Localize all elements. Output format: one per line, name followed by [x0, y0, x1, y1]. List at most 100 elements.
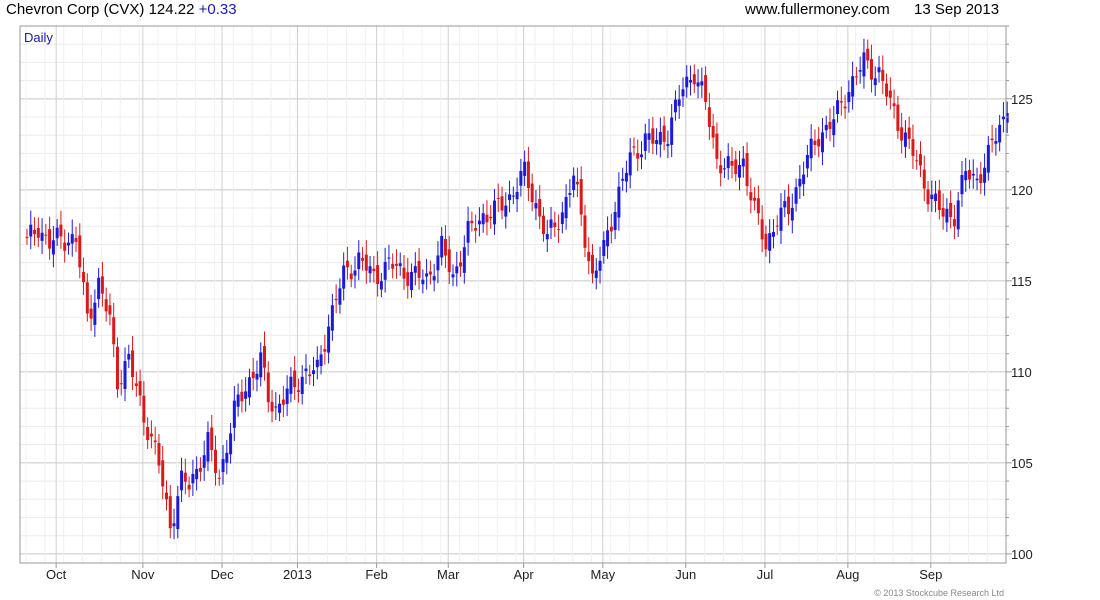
candle-body-up: [172, 523, 176, 527]
x-tick-label: Feb: [365, 567, 387, 582]
candle-body-up: [606, 230, 610, 247]
candle-body-up: [432, 276, 436, 281]
candle-body-up: [523, 161, 527, 176]
candle-body-down: [651, 128, 655, 144]
candle-body-up: [477, 220, 481, 225]
candle-body-up: [783, 201, 787, 208]
candle-body-up: [877, 67, 881, 73]
candle-body-up: [722, 168, 726, 170]
candle-body-down: [587, 251, 591, 262]
x-tick-label: Dec: [210, 567, 234, 582]
candle-body-down: [828, 121, 832, 129]
candle-body-up: [779, 207, 783, 231]
candle-body-down: [530, 183, 534, 203]
candle-body-up: [304, 368, 308, 371]
candle-body-up: [413, 266, 417, 273]
x-tick-label: Jun: [675, 567, 696, 582]
candle-body-down: [474, 228, 478, 231]
candle-body-down: [896, 104, 900, 131]
candle-body-down: [323, 349, 327, 352]
candle-body-up: [481, 213, 485, 225]
candle-body-down: [240, 391, 244, 402]
candle-body-up: [598, 260, 602, 271]
candle-body-down: [349, 273, 353, 280]
candle-body-down: [866, 48, 870, 61]
candle-body-down: [142, 395, 146, 423]
candle-body-down: [937, 190, 941, 210]
candle-body-up: [564, 196, 568, 219]
candle-body-down: [707, 107, 711, 127]
candle-body-up: [421, 279, 425, 285]
candle-body-down: [911, 139, 915, 156]
candle-body-down: [881, 69, 885, 81]
candle-body-down: [854, 76, 858, 78]
candle-body-up: [387, 257, 391, 259]
candle-body-down: [33, 229, 37, 235]
candle-body-up: [805, 155, 809, 169]
candle-body-down: [161, 460, 165, 487]
candle-body-up: [451, 274, 455, 278]
candle-body-up: [504, 205, 508, 217]
candle-body-down: [85, 282, 89, 314]
candle-body-up: [97, 277, 101, 300]
candle-body-down: [662, 125, 666, 142]
copyright-notice: © 2013 Stockcube Research Ltd: [874, 588, 1004, 598]
candle-body-up: [176, 496, 180, 530]
candle-body-down: [334, 298, 338, 301]
candle-body-down: [447, 249, 451, 273]
candle-body-down: [760, 219, 764, 240]
candle-body-up: [123, 361, 127, 389]
x-tick-label: Oct: [46, 567, 67, 582]
candle-body-down: [753, 197, 757, 201]
candle-body-down: [44, 234, 48, 236]
grid-lines: [20, 25, 1007, 563]
y-tick-label: 105: [1011, 456, 1033, 471]
candle-body-down: [915, 160, 919, 162]
candle-body-up: [229, 433, 233, 455]
candle-body-down: [402, 267, 406, 279]
candle-body-up: [259, 352, 263, 378]
candle-body-up: [247, 377, 251, 398]
candle-body-down: [704, 75, 708, 102]
candle-body-down: [496, 197, 500, 199]
x-tick-label: Mar: [437, 567, 460, 582]
y-tick-label: 110: [1011, 365, 1032, 380]
candle-body-up: [964, 171, 968, 181]
candle-body-up: [640, 154, 644, 158]
candle-body-up: [51, 240, 55, 255]
candle-body-down: [557, 229, 561, 231]
candle-body-down: [900, 127, 904, 141]
candle-body-up: [545, 234, 549, 240]
candle-body-down: [609, 226, 613, 232]
candle-body-up: [647, 133, 651, 140]
candle-body-up: [655, 140, 659, 145]
candle-body-down: [183, 472, 187, 482]
candle-body-down: [583, 215, 587, 248]
candle-body-down: [168, 496, 172, 529]
candle-body-up: [658, 131, 662, 145]
candle-body-down: [579, 179, 583, 215]
candle-body-down: [885, 83, 889, 97]
candle-body-down: [817, 139, 821, 147]
candle-body-up: [677, 99, 681, 106]
candle-body-down: [78, 235, 82, 268]
candle-body-up: [621, 178, 625, 181]
candle-body-down: [361, 258, 365, 261]
y-tick-label: 115: [1011, 274, 1032, 289]
candle-body-down: [296, 390, 300, 393]
candle-body-up: [670, 117, 674, 145]
candle-body-down: [345, 260, 349, 268]
candle-body-down: [89, 308, 93, 319]
candle-body-down: [115, 346, 119, 390]
y-tick-label: 125: [1011, 92, 1033, 107]
candle-body-down: [134, 383, 138, 387]
candle-body-up: [368, 266, 372, 274]
x-tick-label: Nov: [131, 567, 155, 582]
candle-body-down: [293, 370, 297, 388]
candle-body-down: [538, 198, 542, 217]
candle-body-up: [195, 468, 199, 480]
x-tick-label: May: [591, 567, 616, 582]
candle-body-down: [394, 263, 398, 266]
candle-body-up: [383, 261, 387, 280]
candle-body-down: [391, 263, 395, 269]
